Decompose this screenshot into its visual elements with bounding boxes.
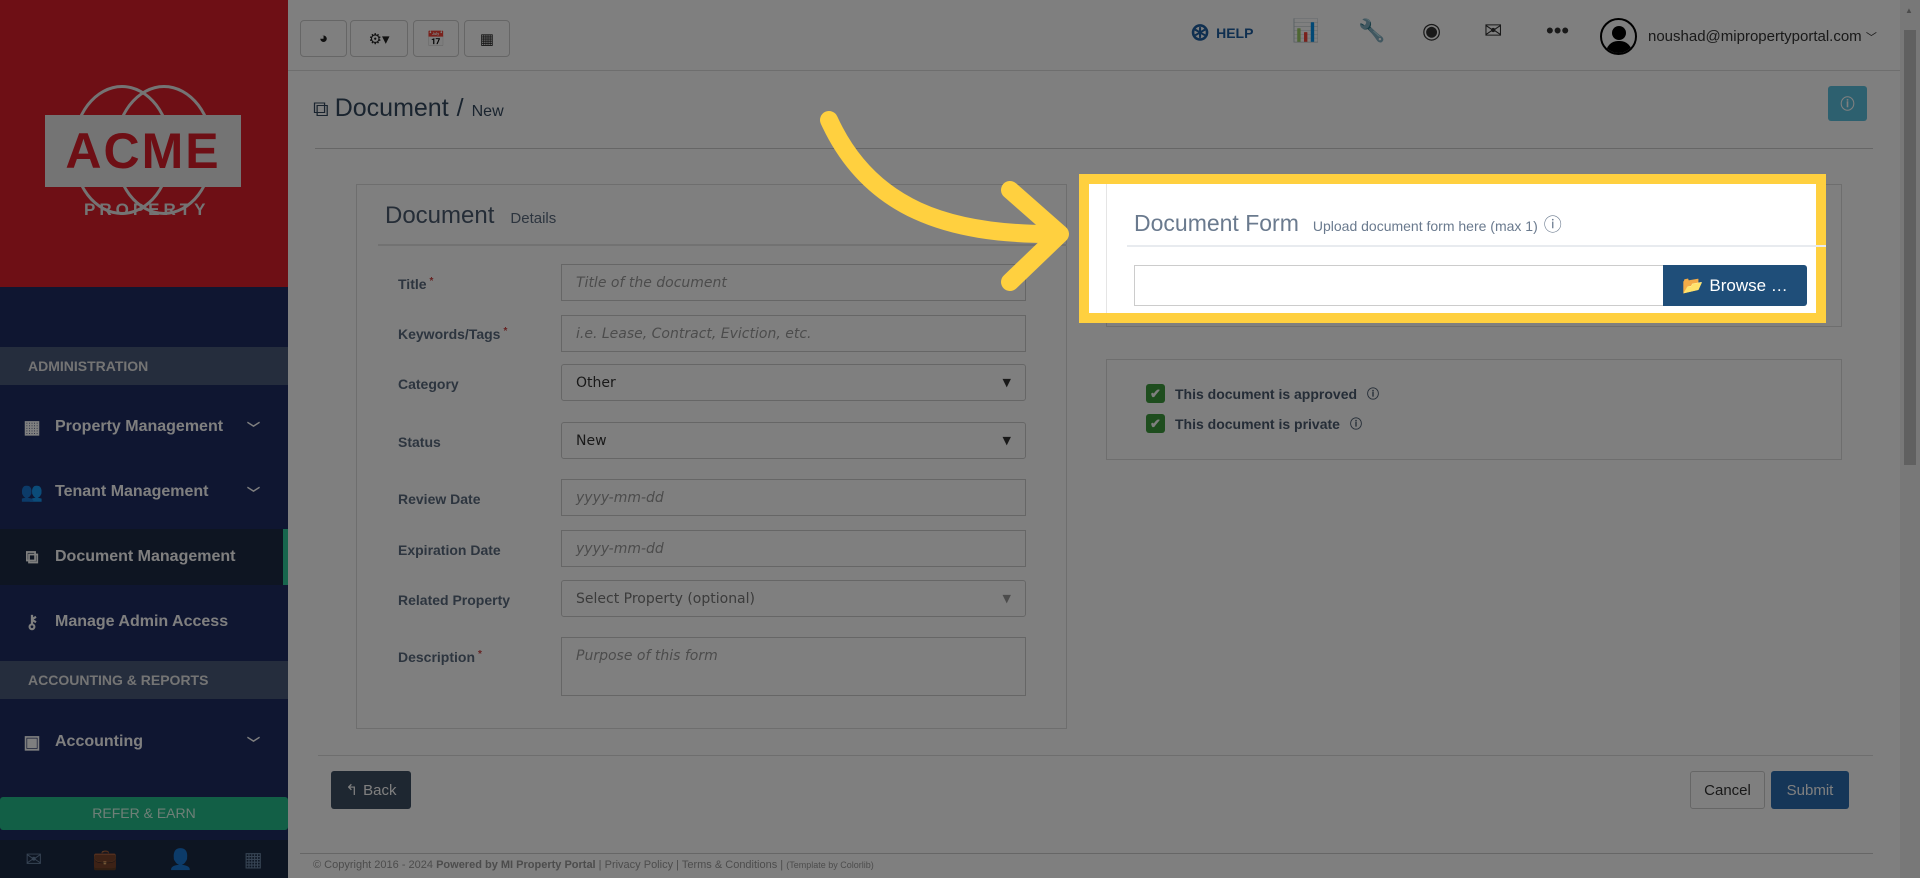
arrow-shaft (820, 111, 1059, 243)
pointer-arrow-icon (820, 111, 1069, 291)
